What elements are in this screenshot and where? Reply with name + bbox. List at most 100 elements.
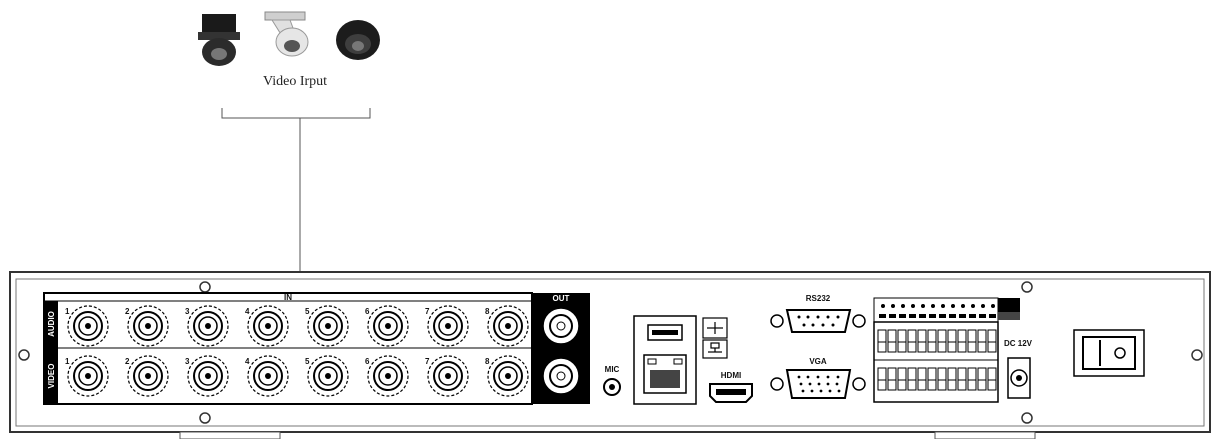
terminal-pin[interactable] [887, 329, 897, 353]
pan-tilt-camera-icon [264, 11, 309, 57]
hdmi-label: HDMI [721, 371, 741, 380]
terminal-marker [981, 304, 985, 308]
video-in-connector-8[interactable] [487, 355, 529, 397]
video-in-connector-4[interactable] [247, 355, 289, 397]
terminal-pin[interactable] [897, 367, 907, 391]
channel-number: 8 [485, 307, 490, 316]
audio-in-connector-4[interactable] [247, 305, 289, 347]
video-in-connector-7[interactable] [427, 355, 469, 397]
channel-number: 1 [65, 307, 70, 316]
video-in-connector-6[interactable] [367, 355, 409, 397]
terminal-marker [891, 304, 895, 308]
terminal-pin[interactable] [947, 367, 957, 391]
audio-in-connector-2[interactable] [127, 305, 169, 347]
channel-number: 3 [185, 307, 190, 316]
channel-number: 5 [305, 357, 310, 366]
channel-number: 8 [485, 357, 490, 366]
channel-number: 2 [125, 357, 130, 366]
speed-dome-camera-icon [198, 14, 240, 66]
terminal-pin[interactable] [957, 367, 967, 391]
audio-in-connector-6[interactable] [367, 305, 409, 347]
dome-camera-icon [336, 20, 380, 60]
video-input-bracket [221, 108, 371, 296]
terminal-marker [901, 304, 905, 308]
terminal-pin[interactable] [967, 329, 977, 353]
terminal-marker [959, 314, 966, 318]
terminal-pin[interactable] [907, 367, 917, 391]
out-label: OUT [553, 294, 570, 303]
terminal-pin[interactable] [977, 367, 987, 391]
terminal-marker [971, 304, 975, 308]
dc-label: DC 12V [1004, 339, 1033, 348]
terminal-pin[interactable] [937, 367, 947, 391]
terminal-pin[interactable] [907, 329, 917, 353]
terminal-pin[interactable] [967, 367, 977, 391]
in-label: IN [284, 293, 292, 302]
dvr-connection-diagram: Video Irput AUDIO VIDEO IN 1 2 3 4 5 6 7 8 1 2 3 4… [9, 11, 1211, 439]
audio-in-connector-1[interactable] [67, 305, 109, 347]
terminal-pin[interactable] [957, 329, 967, 353]
video-input-label: Video Irput [263, 74, 327, 89]
terminal-marker [889, 314, 896, 318]
audio-in-connector-7[interactable] [427, 305, 469, 347]
video-in-connector-2[interactable] [127, 355, 169, 397]
lan-port[interactable] [643, 354, 687, 394]
terminal-marker [939, 314, 946, 318]
terminal-pin[interactable] [917, 329, 927, 353]
terminal-marker [951, 304, 955, 308]
channel-number: 6 [365, 307, 370, 316]
channel-number: 4 [245, 307, 250, 316]
audio-in-connector-3[interactable] [187, 305, 229, 347]
terminal-marker [921, 304, 925, 308]
terminal-marker [961, 304, 965, 308]
hdmi-port[interactable] [709, 383, 753, 403]
terminal-marker [989, 314, 996, 318]
terminal-marker [911, 304, 915, 308]
video-row-label: VIDEO [47, 364, 56, 389]
terminal-marker [931, 304, 935, 308]
mic-label: MIC [605, 365, 620, 374]
terminal-pin[interactable] [977, 329, 987, 353]
terminal-marker [979, 314, 986, 318]
terminal-pin[interactable] [937, 329, 947, 353]
audio-out-connector[interactable] [542, 307, 580, 345]
audio-in-connector-8[interactable] [487, 305, 529, 347]
terminal-marker [969, 314, 976, 318]
video-in-connector-1[interactable] [67, 355, 109, 397]
terminal-pin[interactable] [987, 367, 997, 391]
terminal-pin[interactable] [927, 329, 937, 353]
video-in-connector-3[interactable] [187, 355, 229, 397]
channel-number: 5 [305, 307, 310, 316]
channel-number: 7 [425, 357, 430, 366]
terminal-pin[interactable] [897, 329, 907, 353]
dc-power-jack[interactable] [1007, 357, 1031, 399]
rs232-label: RS232 [806, 294, 831, 303]
audio-row-label: AUDIO [47, 311, 56, 337]
terminal-marker [881, 304, 885, 308]
terminal-marker [919, 314, 926, 318]
usb-port[interactable] [647, 324, 683, 341]
terminal-marker [991, 304, 995, 308]
terminal-marker [899, 314, 906, 318]
terminal-marker [879, 314, 886, 318]
video-out-connector[interactable] [542, 357, 580, 395]
audio-in-connector-5[interactable] [307, 305, 349, 347]
terminal-marker [929, 314, 936, 318]
terminal-pin[interactable] [877, 367, 887, 391]
terminal-pin[interactable] [927, 367, 937, 391]
terminal-marker [941, 304, 945, 308]
channel-number: 6 [365, 357, 370, 366]
power-switch[interactable] [1073, 329, 1145, 377]
channel-number: 7 [425, 307, 430, 316]
vga-label: VGA [809, 357, 827, 366]
terminal-pin[interactable] [917, 367, 927, 391]
terminal-pin[interactable] [987, 329, 997, 353]
channel-number: 4 [245, 357, 250, 366]
channel-number: 2 [125, 307, 130, 316]
terminal-pin[interactable] [877, 329, 887, 353]
channel-number: 1 [65, 357, 70, 366]
video-in-connector-5[interactable] [307, 355, 349, 397]
terminal-pin[interactable] [947, 329, 957, 353]
terminal-pin[interactable] [887, 367, 897, 391]
mic-jack[interactable] [603, 378, 621, 396]
